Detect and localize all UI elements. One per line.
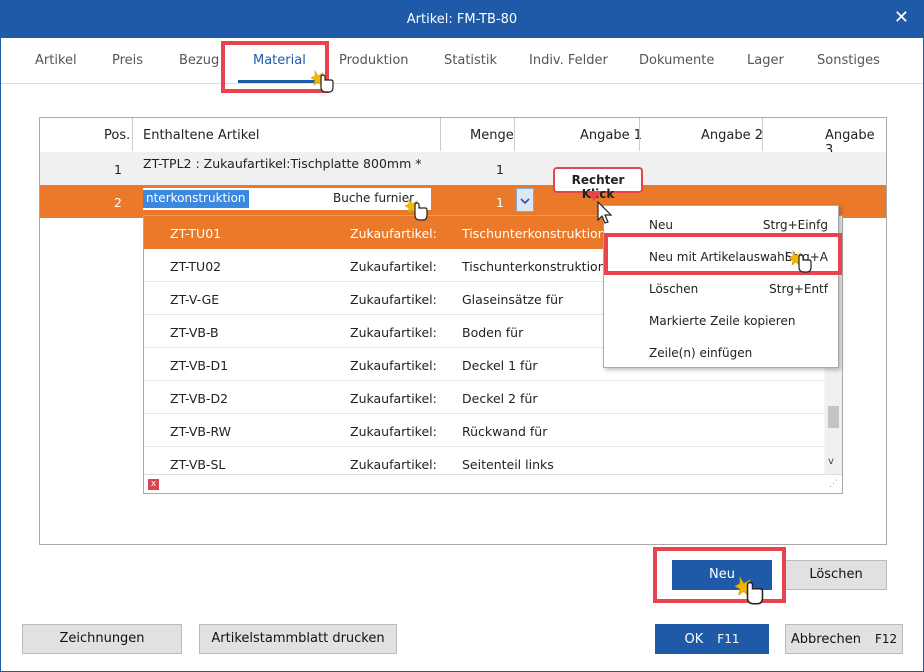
- resize-grip-icon[interactable]: ⋰: [829, 479, 838, 489]
- menu-item-label: Neu: [649, 218, 673, 232]
- list-item[interactable]: ZT-VB-SL Zukaufartikel: Seitenteil links: [144, 447, 824, 474]
- article-input-selected-text: nterkonstruktion: [143, 190, 249, 208]
- scrollbar-thumb[interactable]: [828, 406, 839, 428]
- hand-cursor-icon: [405, 197, 428, 221]
- callout-tail: [587, 191, 601, 201]
- tab-indiv-felder[interactable]: Indiv. Felder: [529, 53, 608, 68]
- item-code: ZT-VB-D2: [170, 391, 229, 406]
- menu-item-zeile-kopieren[interactable]: Markierte Zeile kopieren: [604, 304, 838, 336]
- clear-icon[interactable]: x: [148, 479, 159, 490]
- list-item[interactable]: ZT-VB-RW Zukaufartikel: Rückwand für: [144, 414, 824, 447]
- header-angabe-2[interactable]: Angabe 2: [701, 128, 763, 143]
- item-type: Zukaufartikel:: [350, 424, 437, 439]
- item-type: Zukaufartikel:: [350, 457, 437, 472]
- abbrechen-key-hint: F12: [874, 632, 898, 646]
- menu-item-zeilen-einfuegen[interactable]: Zeile(n) einfügen: [604, 336, 838, 368]
- abbrechen-label: Abbrechen: [790, 632, 861, 647]
- hand-cursor-icon: [311, 69, 334, 93]
- row-pos: 1: [114, 162, 122, 177]
- hand-cursor-icon: [735, 576, 764, 605]
- abbrechen-button[interactable]: Abbrechen F12: [785, 624, 903, 654]
- header-pos[interactable]: Pos.: [104, 128, 130, 143]
- scroll-down-icon[interactable]: v: [828, 456, 834, 467]
- tab-bezug[interactable]: Bezug: [179, 53, 219, 68]
- arrow-cursor-icon: [597, 201, 613, 224]
- zeichnungen-button[interactable]: Zeichnungen: [22, 624, 182, 654]
- item-type: Zukaufartikel:: [350, 358, 437, 373]
- title-bar: Artikel: FM-TB-80 ✕: [1, 1, 923, 38]
- item-desc: Glaseinsätze für: [462, 292, 564, 307]
- item-desc: Deckel 2 für: [462, 391, 538, 406]
- dropdown-footer: x ⋰: [144, 474, 842, 493]
- table-row[interactable]: 1 ZT-TPL2 : Zukaufartikel:Tischplatte 80…: [40, 152, 886, 185]
- row-pos: 2: [114, 195, 122, 210]
- item-type: Zukaufartikel:: [350, 292, 437, 307]
- menu-item-loeschen[interactable]: Löschen Strg+Entf: [604, 272, 838, 304]
- menu-item-label: Markierte Zeile kopieren: [649, 314, 796, 328]
- ok-key-hint: F11: [717, 632, 740, 646]
- header-divider: [132, 118, 133, 151]
- right-click-callout: Rechter Klick: [553, 167, 643, 201]
- item-desc: Boden für: [462, 325, 524, 340]
- item-code: ZT-TU01: [170, 226, 222, 241]
- item-code: ZT-VB-SL: [170, 457, 226, 472]
- header-divider: [514, 118, 515, 151]
- item-code: ZT-TU02: [170, 259, 222, 274]
- artikelstammblatt-button[interactable]: Artikelstammblatt drucken: [199, 624, 397, 654]
- menu-item-label: Zeile(n) einfügen: [649, 346, 753, 360]
- tab-statistik[interactable]: Statistik: [444, 53, 497, 68]
- tab-dokumente[interactable]: Dokumente: [639, 53, 714, 68]
- row-article: ZT-TPL2 : Zukaufartikel:Tischplatte 800m…: [143, 156, 422, 171]
- item-desc: Rückwand für: [462, 424, 548, 439]
- item-type: Zukaufartikel:: [350, 259, 437, 274]
- item-code: ZT-VB-B: [170, 325, 219, 340]
- combo-dropdown-button[interactable]: [516, 188, 534, 212]
- ok-button[interactable]: OK F11: [655, 624, 769, 654]
- loeschen-button[interactable]: Löschen: [785, 560, 887, 590]
- item-code: ZT-V-GE: [170, 292, 220, 307]
- row-qty: 1: [496, 195, 504, 210]
- menu-item-shortcut: Strg+Einfg: [762, 218, 828, 232]
- item-type: Zukaufartikel:: [350, 325, 437, 340]
- header-qty[interactable]: Menge: [470, 128, 514, 143]
- row-qty: 1: [496, 162, 504, 177]
- hand-cursor-icon: [789, 249, 812, 273]
- menu-item-label: Löschen: [649, 282, 699, 296]
- tab-lager[interactable]: Lager: [747, 53, 784, 68]
- article-input-suffix: Buche furnier: [333, 191, 415, 205]
- header-angabe-1[interactable]: Angabe 1: [580, 128, 642, 143]
- item-type: Zukaufartikel:: [350, 226, 437, 241]
- tab-produktion[interactable]: Produktion: [339, 53, 409, 68]
- header-divider: [639, 118, 640, 151]
- ok-label: OK: [684, 632, 704, 647]
- item-code: ZT-VB-D1: [170, 358, 229, 373]
- tab-artikel[interactable]: Artikel: [35, 53, 77, 68]
- item-desc: Deckel 1 für: [462, 358, 538, 373]
- header-article[interactable]: Enthaltene Artikel: [143, 128, 259, 143]
- item-type: Zukaufartikel:: [350, 391, 437, 406]
- header-divider: [440, 118, 441, 151]
- list-item[interactable]: ZT-VB-D2 Zukaufartikel: Deckel 2 für: [144, 381, 824, 414]
- article-dialog: Artikel: FM-TB-80 ✕ Artikel Preis Bezug …: [0, 0, 924, 672]
- item-code: ZT-VB-RW: [170, 424, 232, 439]
- chevron-down-icon: [520, 198, 530, 205]
- item-desc: Tischunterkonstruktion: [462, 226, 606, 241]
- window-title: Artikel: FM-TB-80: [406, 12, 518, 27]
- item-desc: Seitenteil links: [462, 457, 554, 472]
- article-combo-input[interactable]: nterkonstruktion Buche furnier: [143, 188, 534, 212]
- close-icon[interactable]: ✕: [894, 9, 909, 27]
- tab-preis[interactable]: Preis: [112, 53, 143, 68]
- highlight-box-neu-button: [653, 547, 786, 603]
- header-divider: [762, 118, 763, 151]
- tab-sonstiges[interactable]: Sonstiges: [817, 53, 880, 68]
- tab-bar: Artikel Preis Bezug Material Produktion …: [1, 38, 923, 84]
- menu-item-shortcut: Strg+Entf: [769, 282, 828, 296]
- context-menu: Neu Strg+Einfg Neu mit Artikelauswahl St…: [603, 205, 839, 368]
- item-desc: Tischunterkonstruktion: [462, 259, 606, 274]
